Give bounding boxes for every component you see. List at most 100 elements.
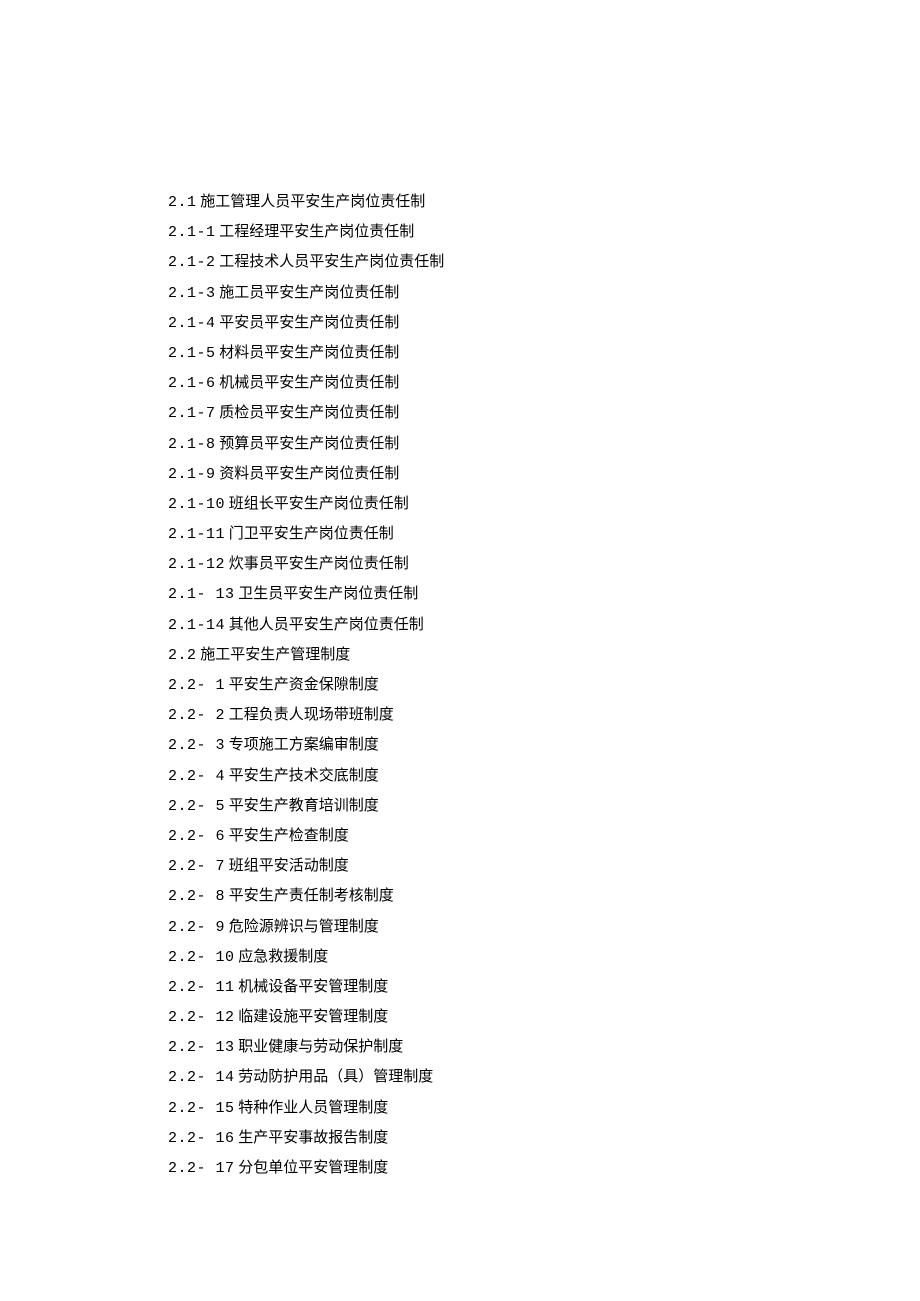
item-text: 平安生产技术交底制度	[229, 768, 379, 784]
toc-item: 2.2- 1 平安生产资金保隙制度	[168, 678, 920, 693]
item-text: 专项施工方案编审制度	[229, 737, 379, 753]
item-number: 2.2- 6	[168, 828, 225, 845]
toc-item: 2.1-11 门卫平安生产岗位责任制	[168, 527, 920, 542]
item-number: 2.1-4	[168, 315, 216, 332]
toc-item: 2.2- 6 平安生产检查制度	[168, 829, 920, 844]
item-text: 平安生产责任制考核制度	[229, 888, 394, 904]
item-number: 2.1-14	[168, 617, 225, 634]
item-number: 2.2- 10	[168, 949, 235, 966]
item-number: 2.2	[168, 647, 197, 664]
item-text: 平安员平安生产岗位责任制	[219, 315, 399, 331]
item-number: 2.2- 17	[168, 1160, 235, 1177]
item-number: 2.1-9	[168, 466, 216, 483]
item-text: 危险源辨识与管理制度	[229, 919, 379, 935]
item-number: 2.2- 16	[168, 1130, 235, 1147]
item-text: 材料员平安生产岗位责任制	[219, 345, 399, 361]
item-text: 其他人员平安生产岗位责任制	[229, 617, 424, 633]
item-text: 预算员平安生产岗位责任制	[219, 436, 399, 452]
item-number: 2.2- 3	[168, 737, 225, 754]
toc-item: 2.1-6 机械员平安生产岗位责任制	[168, 376, 920, 391]
item-text: 门卫平安生产岗位责任制	[229, 526, 394, 542]
item-text: 平安生产检查制度	[229, 828, 349, 844]
toc-item: 2.1-5 材料员平安生产岗位责任制	[168, 346, 920, 361]
item-number: 2.2- 4	[168, 768, 225, 785]
toc-item: 2.2- 16 生产平安事故报告制度	[168, 1131, 920, 1146]
item-number: 2.2- 9	[168, 919, 225, 936]
toc-item: 2.2- 15 特种作业人员管理制度	[168, 1101, 920, 1116]
toc-item: 2.2- 3 专项施工方案编审制度	[168, 738, 920, 753]
toc-item: 2.2- 14 劳动防护用品（具）管理制度	[168, 1070, 920, 1085]
toc-item: 2.2- 5 平安生产教育培训制度	[168, 799, 920, 814]
toc-item: 2.2- 11 机械设备平安管理制度	[168, 980, 920, 995]
item-text: 资料员平安生产岗位责任制	[219, 466, 399, 482]
toc-item: 2.2- 10 应急救援制度	[168, 950, 920, 965]
item-number: 2.2- 7	[168, 858, 225, 875]
item-number: 2.1-1	[168, 224, 216, 241]
item-number: 2.1-5	[168, 345, 216, 362]
toc-item: 2.1-9 资料员平安生产岗位责任制	[168, 467, 920, 482]
toc-item: 2.2- 17 分包单位平安管理制度	[168, 1161, 920, 1176]
toc-item: 2.1-14 其他人员平安生产岗位责任制	[168, 618, 920, 633]
item-number: 2.1- 13	[168, 586, 235, 603]
toc-item: 2.2- 13 职业健康与劳动保护制度	[168, 1040, 920, 1055]
item-text: 卫生员平安生产岗位责任制	[238, 586, 418, 602]
item-text: 职业健康与劳动保护制度	[238, 1039, 403, 1055]
toc-item: 2.1-8 预算员平安生产岗位责任制	[168, 437, 920, 452]
toc-item: 2.2- 8 平安生产责任制考核制度	[168, 889, 920, 904]
toc-item: 2.2 施工平安生产管理制度	[168, 648, 920, 663]
item-number: 2.1-6	[168, 375, 216, 392]
item-text: 施工管理人员平安生产岗位责任制	[200, 194, 425, 210]
item-text: 工程技术人员平安生产岗位责任制	[219, 254, 444, 270]
item-number: 2.2- 12	[168, 1009, 235, 1026]
item-number: 2.1-11	[168, 526, 225, 543]
item-text: 应急救援制度	[238, 949, 328, 965]
item-number: 2.2- 5	[168, 798, 225, 815]
item-text: 机械员平安生产岗位责任制	[219, 375, 399, 391]
item-number: 2.2- 14	[168, 1069, 235, 1086]
toc-item: 2.1 施工管理人员平安生产岗位责任制	[168, 195, 920, 210]
toc-item: 2.2- 9 危险源辨识与管理制度	[168, 920, 920, 935]
item-text: 机械设备平安管理制度	[238, 979, 388, 995]
item-number: 2.1-7	[168, 405, 216, 422]
item-text: 特种作业人员管理制度	[238, 1100, 388, 1116]
item-text: 分包单位平安管理制度	[238, 1160, 388, 1176]
toc-item: 2.1-7 质检员平安生产岗位责任制	[168, 406, 920, 421]
toc-item: 2.1-10 班组长平安生产岗位责任制	[168, 497, 920, 512]
item-text: 平安生产教育培训制度	[229, 798, 379, 814]
toc-item: 2.2- 7 班组平安活动制度	[168, 859, 920, 874]
toc-item: 2.1-2 工程技术人员平安生产岗位责任制	[168, 255, 920, 270]
toc-item: 2.1-4 平安员平安生产岗位责任制	[168, 316, 920, 331]
item-number: 2.1-12	[168, 556, 225, 573]
item-number: 2.1-3	[168, 285, 216, 302]
item-text: 工程负责人现场带班制度	[229, 707, 394, 723]
item-text: 炊事员平安生产岗位责任制	[229, 556, 409, 572]
toc-item: 2.1-3 施工员平安生产岗位责任制	[168, 286, 920, 301]
toc-item: 2.2- 12 临建设施平安管理制度	[168, 1010, 920, 1025]
item-number: 2.1-10	[168, 496, 225, 513]
item-number: 2.1-8	[168, 436, 216, 453]
table-of-contents: 2.1 施工管理人员平安生产岗位责任制 2.1-1 工程经理平安生产岗位责任制 …	[168, 195, 920, 1176]
item-text: 班组平安活动制度	[229, 858, 349, 874]
toc-item: 2.1-1 工程经理平安生产岗位责任制	[168, 225, 920, 240]
item-number: 2.1-2	[168, 254, 216, 271]
item-text: 质检员平安生产岗位责任制	[219, 405, 399, 421]
item-number: 2.2- 11	[168, 979, 235, 996]
item-number: 2.2- 13	[168, 1039, 235, 1056]
item-text: 施工平安生产管理制度	[200, 647, 350, 663]
toc-item: 2.2- 2 工程负责人现场带班制度	[168, 708, 920, 723]
item-number: 2.1	[168, 194, 197, 211]
item-text: 平安生产资金保隙制度	[229, 677, 379, 693]
item-text: 临建设施平安管理制度	[238, 1009, 388, 1025]
item-number: 2.2- 1	[168, 677, 225, 694]
item-text: 劳动防护用品（具）管理制度	[238, 1069, 433, 1085]
toc-item: 2.2- 4 平安生产技术交底制度	[168, 769, 920, 784]
toc-item: 2.1-12 炊事员平安生产岗位责任制	[168, 557, 920, 572]
toc-item: 2.1- 13 卫生员平安生产岗位责任制	[168, 587, 920, 602]
item-text: 班组长平安生产岗位责任制	[229, 496, 409, 512]
item-text: 施工员平安生产岗位责任制	[219, 285, 399, 301]
item-number: 2.2- 8	[168, 888, 225, 905]
item-number: 2.2- 15	[168, 1100, 235, 1117]
item-text: 生产平安事故报告制度	[238, 1130, 388, 1146]
item-text: 工程经理平安生产岗位责任制	[219, 224, 414, 240]
item-number: 2.2- 2	[168, 707, 225, 724]
